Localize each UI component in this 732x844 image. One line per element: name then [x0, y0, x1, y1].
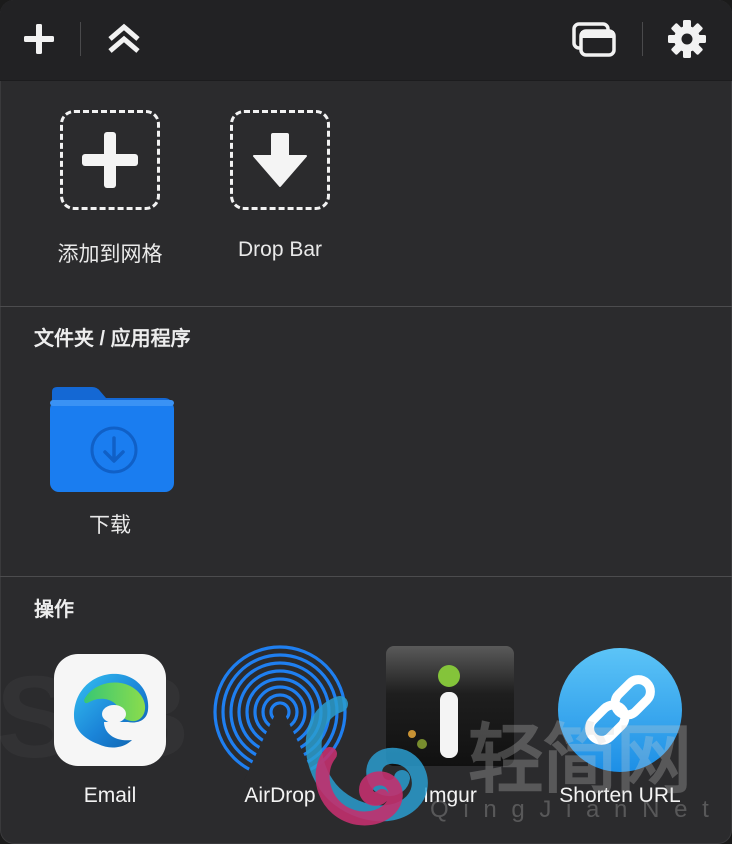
drop-bar-tile[interactable]: Drop Bar: [210, 110, 350, 262]
dropzone-panel: 添加到网格 Drop Bar 文件夹 / 应用程序 下载 操作 S B: [0, 0, 732, 844]
section-divider: [0, 306, 732, 307]
collapse-button[interactable]: [103, 18, 145, 60]
drop-bar-label: Drop Bar: [237, 238, 323, 261]
gear-icon: [668, 20, 706, 58]
folder-download-icon: [50, 387, 174, 492]
folder-downloads-label: 下载: [89, 514, 131, 537]
stacked-windows-icon: [572, 22, 616, 57]
toolbar: [0, 0, 732, 81]
email-label: Email: [83, 784, 137, 807]
plus-icon: [82, 132, 138, 188]
add-button[interactable]: [18, 18, 60, 60]
drop-bar-dropbox[interactable]: [230, 110, 330, 210]
toolbar-separator: [642, 22, 643, 56]
quick-actions-section: 添加到网格 Drop Bar: [0, 80, 732, 306]
email-action[interactable]: [54, 654, 166, 766]
section-divider: [0, 576, 732, 577]
windows-button[interactable]: [570, 18, 618, 60]
add-to-grid-dropbox[interactable]: [60, 110, 160, 210]
watermark-chinese-text: 轻简网: [468, 718, 692, 803]
toolbar-separator: [80, 22, 81, 56]
watermark-latin-text: Q i n g J i a n N e t: [430, 796, 713, 823]
plus-icon: [24, 24, 54, 54]
watermark-logo: [300, 694, 430, 834]
edge-icon: [54, 654, 166, 766]
folders-section-title: 文件夹 / 应用程序: [34, 328, 191, 350]
download-arrow-icon: [253, 133, 307, 187]
settings-button[interactable]: [666, 18, 708, 60]
add-to-grid-label: 添加到网格: [57, 243, 163, 266]
swirl-logo-icon: [305, 696, 428, 826]
actions-section-title: 操作: [34, 599, 74, 621]
folder-downloads[interactable]: 下载: [40, 384, 180, 539]
chevrons-up-icon: [108, 23, 140, 53]
add-to-grid-tile[interactable]: 添加到网格: [40, 110, 180, 268]
